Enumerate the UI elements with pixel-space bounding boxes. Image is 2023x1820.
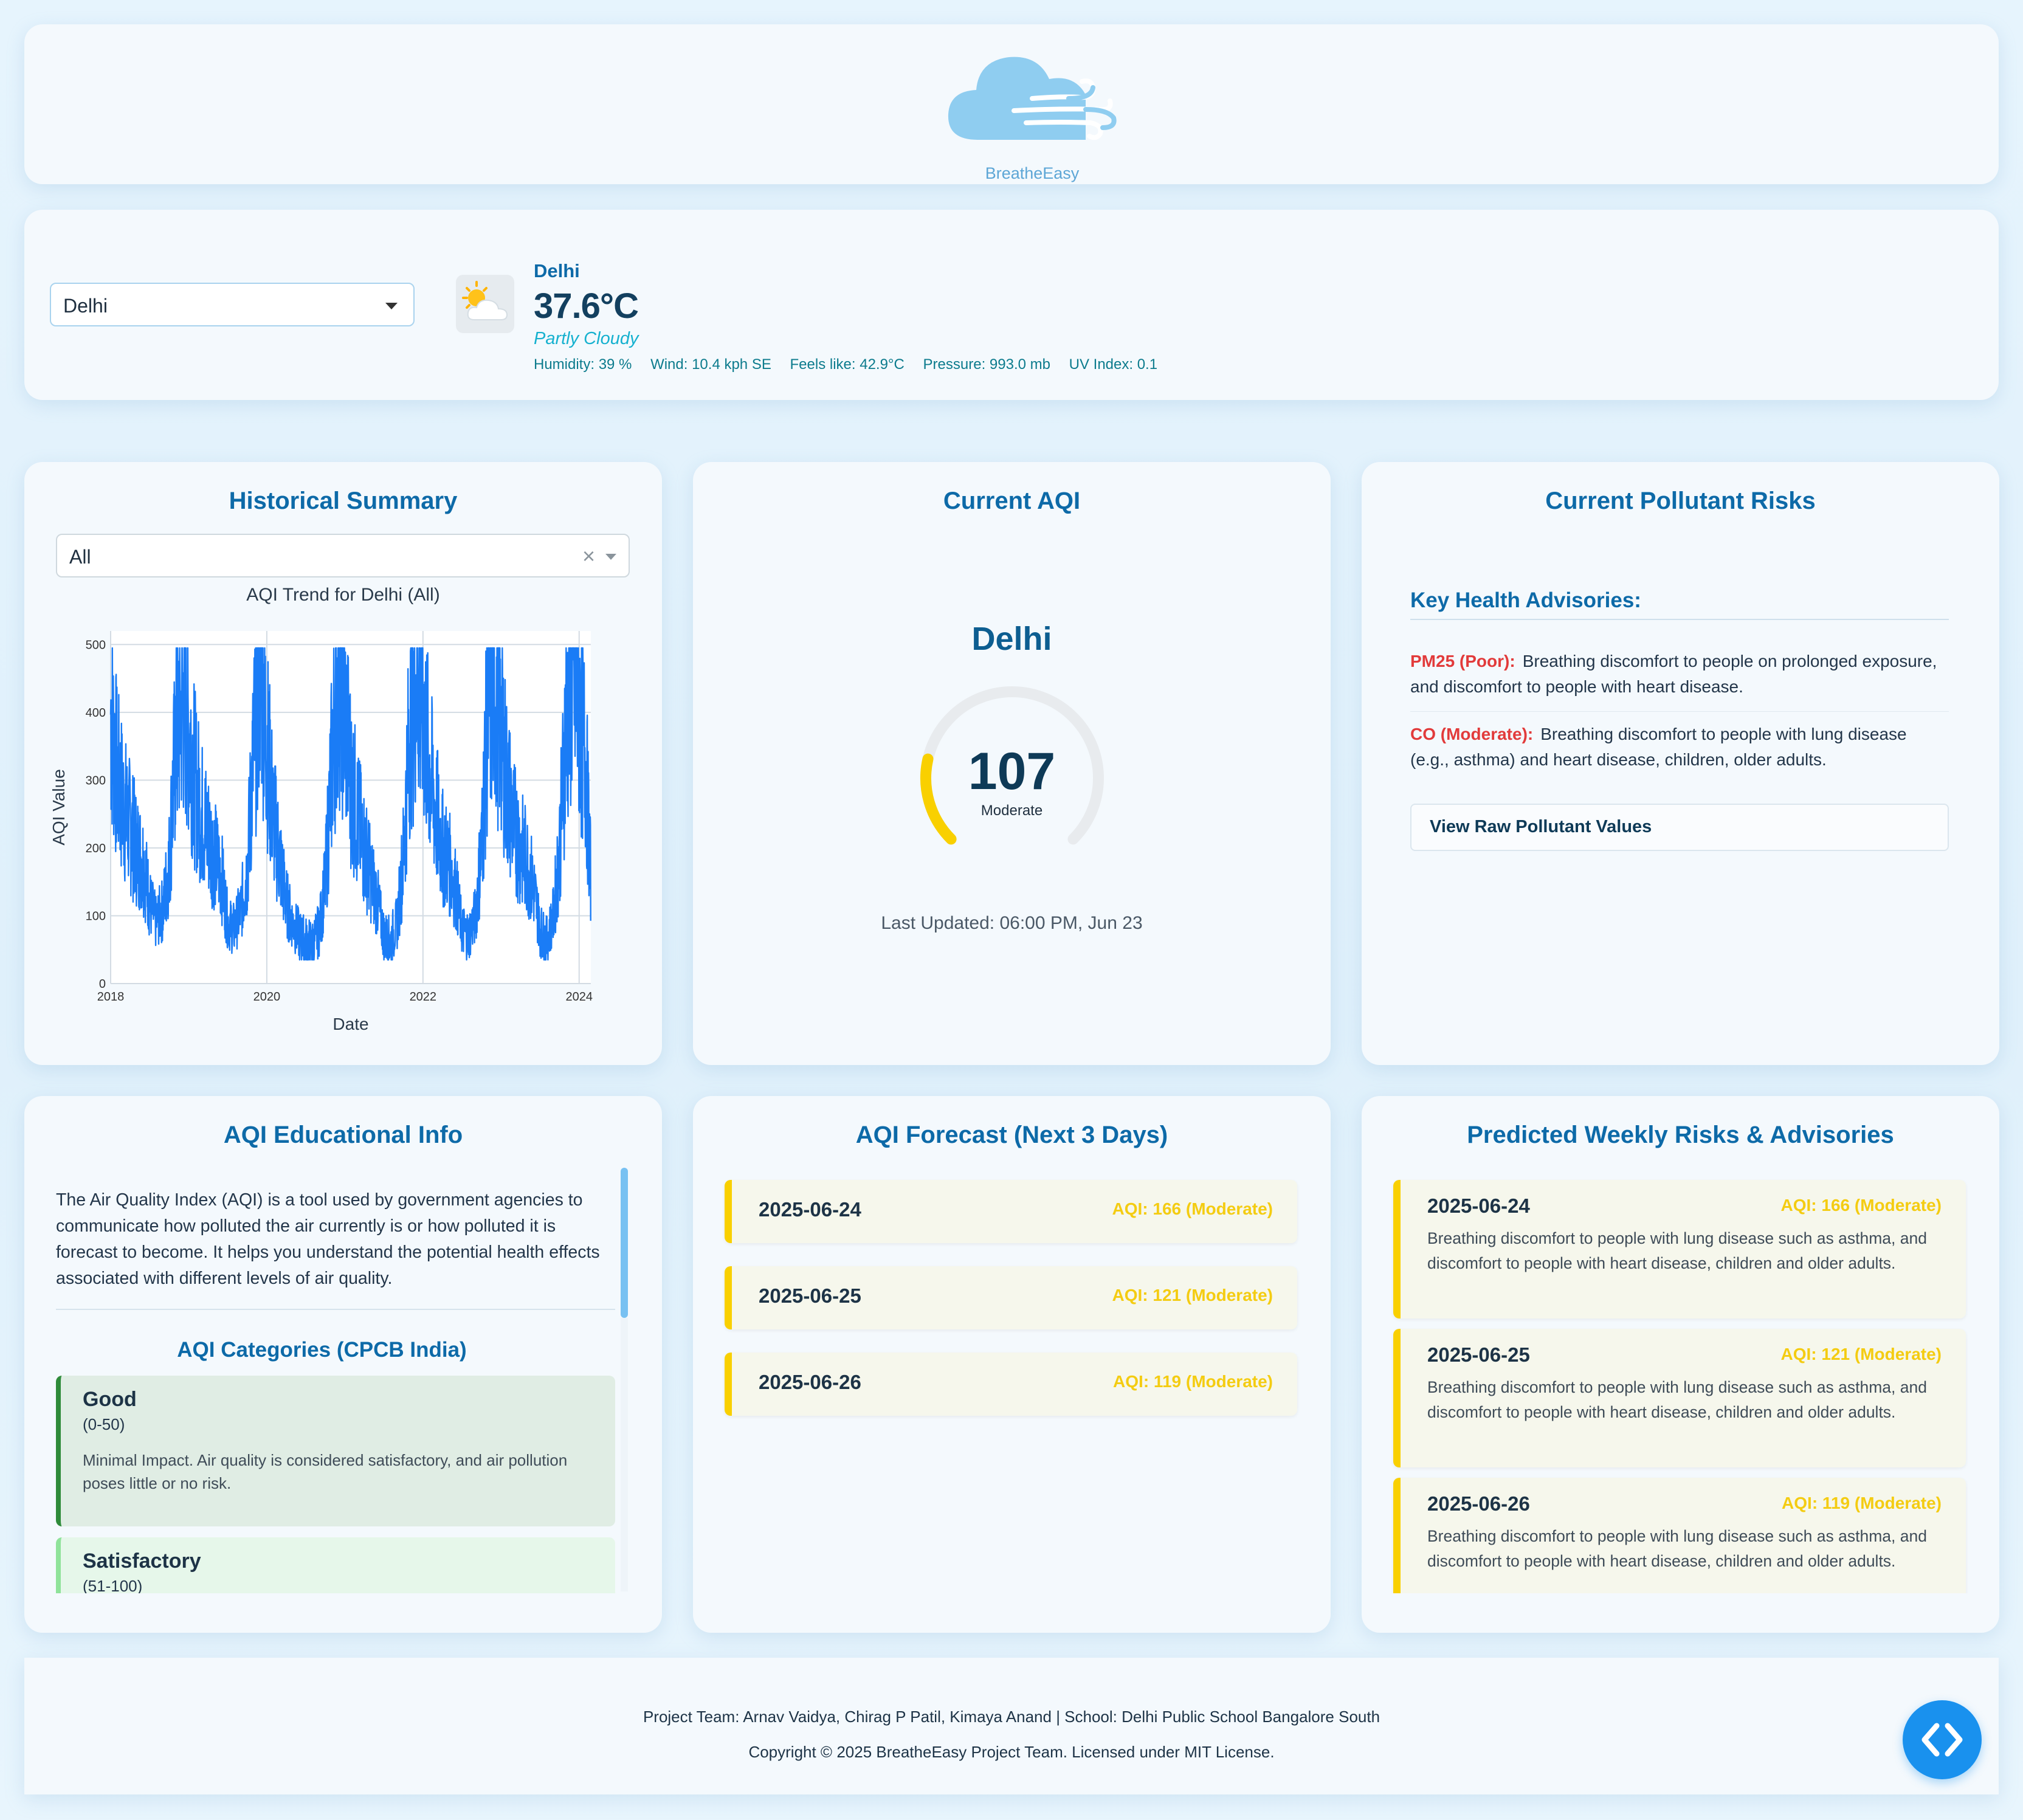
divider — [56, 1309, 615, 1310]
weekly-aqi: AQI: 166 (Moderate) — [1780, 1196, 1942, 1215]
current-aqi-card: Current AQI Delhi 107 Moderate Last Upda… — [693, 462, 1331, 1065]
forecast-aqi: AQI: 121 (Moderate) — [1112, 1286, 1273, 1305]
weekly-item: 2025-06-26 AQI: 119 (Moderate) Breathing… — [1393, 1478, 1966, 1593]
current-aqi-title: Current AQI — [943, 488, 1081, 514]
x-tick-label: 2018 — [97, 990, 125, 1004]
x-tick-label: 2024 — [565, 990, 593, 1004]
x-axis-label: Date — [333, 1015, 368, 1032]
advisories-heading: Key Health Advisories: — [1410, 588, 1949, 620]
partly-cloudy-icon — [456, 275, 514, 333]
period-select-value: All — [69, 546, 91, 568]
advisory-label: CO (Moderate): — [1410, 725, 1534, 743]
footer: Project Team: Arnav Vaidya, Chirag P Pat… — [24, 1658, 1999, 1794]
y-axis-label: AQI Value — [49, 769, 68, 846]
y-tick-label: 500 — [86, 638, 106, 652]
historical-summary-card: Historical Summary All × AQI Trend for D… — [24, 462, 662, 1065]
current-aqi-category: Moderate — [980, 802, 1043, 819]
y-tick-label: 300 — [86, 774, 106, 787]
pollutant-risks-card: Current Pollutant Risks Key Health Advis… — [1362, 462, 1999, 1065]
weekly-item: 2025-06-24 AQI: 166 (Moderate) Breathing… — [1393, 1180, 1966, 1318]
forecast-date: 2025-06-24 — [759, 1198, 861, 1221]
category-name: Satisfactory — [83, 1549, 201, 1573]
advisory-label: PM25 (Poor): — [1410, 652, 1515, 670]
weather-details: Humidity: 39 % Wind: 10.4 kph SE Feels l… — [534, 356, 1172, 373]
last-updated: Last Updated: 06:00 PM, Jun 23 — [881, 913, 1143, 933]
advisory-item: PM25 (Poor): Breathing discomfort to peop… — [1410, 649, 1949, 700]
weekly-text: Breathing discomfort to people with lung… — [1427, 1229, 1927, 1272]
forecast-day: 2025-06-25 AQI: 121 (Moderate) — [725, 1266, 1297, 1329]
cloud-wind-logo-icon — [948, 57, 1117, 140]
category-range: (51-100) — [83, 1577, 143, 1593]
historical-summary-title: Historical Summary — [229, 488, 458, 514]
current-aqi-city: Delhi — [971, 621, 1052, 657]
project-team-text: Project Team: Arnav Vaidya, Chirag P Pat… — [643, 1708, 1380, 1726]
category-name: Good — [83, 1388, 137, 1411]
forecast-aqi: AQI: 119 (Moderate) — [1113, 1372, 1273, 1391]
weekly-risks-card: Predicted Weekly Risks & Advisories 2025… — [1362, 1096, 1999, 1633]
weekly-item: 2025-06-25 AQI: 121 (Moderate) Breathing… — [1393, 1329, 1966, 1467]
x-tick-label: 2020 — [253, 990, 281, 1004]
weekly-aqi: AQI: 121 (Moderate) — [1780, 1345, 1942, 1363]
chevron-down-icon[interactable] — [385, 303, 398, 309]
city-select-value: Delhi — [63, 295, 108, 317]
weather-uv-index: UV Index: 0.1 — [1069, 356, 1158, 373]
weekly-text: Breathing discomfort to people with lung… — [1427, 1527, 1927, 1570]
app-header: BreatheEasy — [24, 24, 1999, 184]
code-brackets-icon[interactable] — [1903, 1700, 1982, 1779]
weather-city: Delhi — [534, 260, 580, 281]
forecast-card: AQI Forecast (Next 3 Days) 2025-06-24 AQ… — [693, 1096, 1331, 1633]
y-tick-label: 0 — [99, 977, 106, 991]
y-tick-label: 100 — [86, 909, 106, 923]
y-tick-label: 400 — [86, 706, 106, 720]
weather-feels-like: Feels like: 42.9°C — [790, 356, 905, 373]
advisory-item: CO (Moderate): Breathing discomfort to pe… — [1410, 722, 1949, 773]
weather-temperature: 37.6°C — [534, 286, 639, 326]
weather-wind: Wind: 10.4 kph SE — [650, 356, 771, 373]
city-weather-panel: Delhi Delhi 37.6°C Partly Cloudy Humidit… — [24, 210, 1999, 400]
categories-title: AQI Categories (CPCB India) — [177, 1338, 467, 1362]
copyright-text: Copyright © 2025 BreatheEasy Project Tea… — [748, 1743, 1275, 1761]
pollutant-risks-title: Current Pollutant Risks — [1545, 488, 1816, 514]
weather-pressure: Pressure: 993.0 mb — [923, 356, 1050, 373]
forecast-date: 2025-06-25 — [759, 1284, 861, 1307]
educational-info-card: AQI Educational Info The Air Quality Ind… — [24, 1096, 662, 1633]
weekly-scroll-area[interactable]: 2025-06-24 AQI: 166 (Moderate) Breathing… — [1362, 1096, 1999, 1593]
forecast-aqi: AQI: 166 (Moderate) — [1112, 1199, 1273, 1218]
category-range: (0-50) — [83, 1415, 125, 1433]
divider — [1410, 711, 1949, 712]
category-good: Good (0-50) Minimal Impact. Air quality … — [56, 1376, 615, 1526]
aqi-trend-chart[interactable]: 0 100 200 300 400 500 2018 2020 2022 2024 Date AQI … — [43, 607, 626, 1032]
y-tick-label: 200 — [86, 842, 106, 855]
weather-humidity: Humidity: 39 % — [534, 356, 632, 373]
chevron-down-icon[interactable] — [605, 554, 616, 560]
forecast-day: 2025-06-26 AQI: 119 (Moderate) — [725, 1353, 1297, 1416]
category-description: Minimal Impact. Air quality is considere… — [83, 1451, 568, 1492]
category-satisfactory: Satisfactory (51-100) — [56, 1537, 615, 1593]
forecast-date: 2025-06-26 — [759, 1371, 861, 1393]
weather-condition: Partly Cloudy — [534, 329, 639, 348]
city-select[interactable]: Delhi — [50, 283, 415, 326]
weather-summary: Delhi 37.6°C Partly Cloudy Humidity: 39 … — [534, 260, 1172, 373]
clear-icon[interactable]: × — [582, 543, 595, 569]
aqi-intro-text: The Air Quality Index (AQI) is a tool us… — [56, 1190, 600, 1288]
period-select[interactable]: All × — [56, 534, 630, 577]
educational-scroll-area[interactable]: The Air Quality Index (AQI) is a tool us… — [24, 1096, 662, 1593]
forecast-title: AQI Forecast (Next 3 Days) — [855, 1122, 1168, 1148]
logo-text: BreatheEasy — [985, 164, 1080, 182]
weekly-text: Breathing discomfort to people with lung… — [1427, 1378, 1927, 1421]
scrollbar-thumb[interactable] — [621, 1168, 628, 1318]
weekly-aqi: AQI: 119 (Moderate) — [1782, 1494, 1942, 1512]
x-tick-label: 2022 — [410, 990, 437, 1004]
view-raw-values-button[interactable]: View Raw Pollutant Values — [1410, 804, 1949, 851]
scrollbar-track[interactable] — [621, 1318, 628, 1591]
forecast-day: 2025-06-24 AQI: 166 (Moderate) — [725, 1180, 1297, 1243]
current-aqi-value: 107 — [968, 742, 1056, 801]
chart-title: AQI Trend for Delhi (All) — [246, 585, 440, 605]
